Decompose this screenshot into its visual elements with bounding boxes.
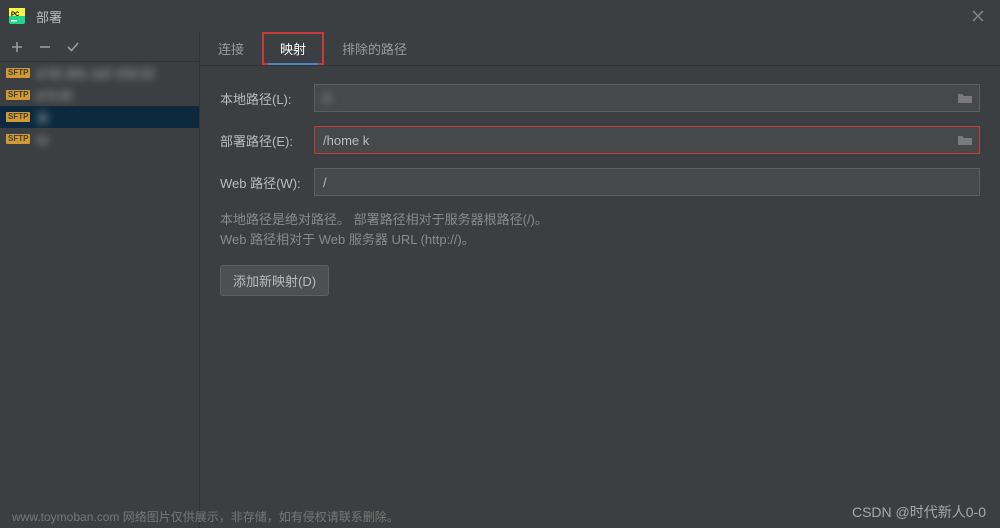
help-text: 本地路径是绝对路径。 部署路径相对于服务器根路径(/)。 Web 路径相对于 W… (220, 210, 980, 249)
server-label: d 52.201 110 153:22 (36, 66, 154, 81)
web-path-row: Web 路径(W): / (220, 168, 980, 196)
titlebar: PC 部署 (0, 0, 1000, 32)
folder-icon[interactable] (955, 130, 975, 150)
local-path-value: C (323, 91, 332, 106)
tab-connection[interactable]: 连接 (200, 32, 262, 65)
web-path-input[interactable]: / (314, 168, 980, 196)
folder-icon[interactable] (955, 88, 975, 108)
deploy-path-input[interactable]: /home k (314, 126, 980, 154)
svg-text:PC: PC (11, 12, 20, 18)
deploy-path-value: /home k (323, 133, 369, 148)
web-path-value: / (323, 175, 327, 190)
tab-excluded[interactable]: 排除的路径 (324, 32, 425, 65)
server-item[interactable]: SFTP d 5:22 (0, 84, 199, 106)
help-line-2: Web 路径相对于 Web 服务器 URL (http://)。 (220, 230, 980, 250)
server-item[interactable]: SFTP ro (0, 128, 199, 150)
add-icon[interactable] (10, 40, 24, 54)
add-mapping-button[interactable]: 添加新映射(D) (220, 265, 329, 296)
sidebar-toolbar (0, 32, 199, 62)
server-label: 实 (36, 108, 49, 127)
form-area: 本地路径(L): C 部署路径(E): (200, 66, 1000, 314)
local-path-row: 本地路径(L): C (220, 84, 980, 112)
sftp-badge-icon: SFTP (6, 90, 30, 100)
sftp-badge-icon: SFTP (6, 112, 30, 122)
window-title: 部署 (36, 7, 964, 26)
local-path-label: 本地路径(L): (220, 89, 314, 108)
server-item[interactable]: SFTP d 52.201 110 153:22 (0, 62, 199, 84)
deploy-path-label: 部署路径(E): (220, 131, 314, 150)
server-list: SFTP d 52.201 110 153:22 SFTP d 5:22 SFT… (0, 62, 199, 528)
watermark-left: www.toymoban.com 网络图片仅供展示，非存储，如有侵权请联系删除。 (12, 508, 399, 525)
sidebar: SFTP d 52.201 110 153:22 SFTP d 5:22 SFT… (0, 32, 200, 528)
web-path-label: Web 路径(W): (220, 173, 314, 192)
server-item[interactable]: SFTP 实 (0, 106, 199, 128)
check-icon[interactable] (66, 40, 80, 54)
app-icon: PC (8, 7, 26, 25)
remove-icon[interactable] (38, 40, 52, 54)
main-area: SFTP d 52.201 110 153:22 SFTP d 5:22 SFT… (0, 32, 1000, 528)
close-button[interactable] (964, 6, 992, 26)
server-label: ro (36, 132, 48, 147)
deploy-path-row: 部署路径(E): /home k (220, 126, 980, 154)
server-label: d 5:22 (36, 88, 72, 103)
tabs: 连接 映射 排除的路径 (200, 32, 1000, 66)
content: 连接 映射 排除的路径 本地路径(L): C (200, 32, 1000, 528)
sftp-badge-icon: SFTP (6, 68, 30, 78)
watermark-right: CSDN @时代新人0-0 (852, 502, 986, 522)
help-line-1: 本地路径是绝对路径。 部署路径相对于服务器根路径(/)。 (220, 210, 980, 230)
local-path-input[interactable]: C (314, 84, 980, 112)
tab-mapping[interactable]: 映射 (262, 32, 324, 65)
sftp-badge-icon: SFTP (6, 134, 30, 144)
